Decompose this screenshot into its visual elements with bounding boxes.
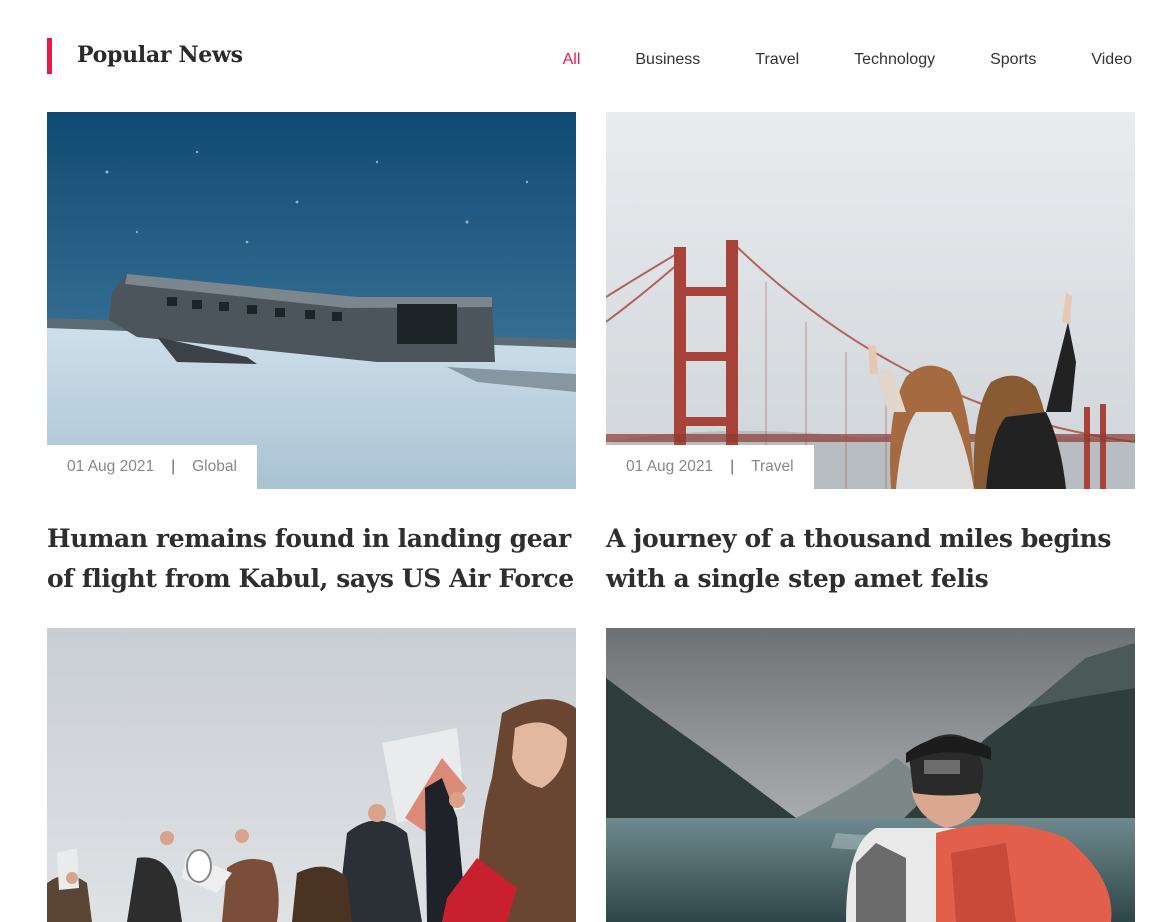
meta-separator: | (171, 458, 176, 475)
hiker-lake-mountains-image[interactable] (606, 628, 1135, 922)
protest-crowd-megaphone-image[interactable] (47, 628, 576, 922)
section-header: Popular News All Business Travel Technol… (47, 38, 1147, 74)
article-date: 01 Aug 2021 (67, 458, 155, 475)
filter-technology[interactable]: Technology (854, 51, 935, 69)
filter-travel[interactable]: Travel (755, 51, 799, 69)
news-card: 01 Aug 2021 | Global Human remains found… (47, 112, 576, 599)
filter-sports[interactable]: Sports (990, 51, 1036, 69)
filter-all[interactable]: All (563, 51, 581, 69)
article-meta: 01 Aug 2021 | Travel (606, 445, 814, 489)
article-category[interactable]: Travel (751, 458, 794, 476)
news-card: 01 Aug 2021 | Travel A journey of a thou… (606, 112, 1135, 599)
meta-separator: | (730, 458, 735, 475)
plane-wreck-snow-image[interactable]: 01 Aug 2021 | Global (47, 112, 576, 489)
section-accent-bar (47, 38, 52, 74)
article-category[interactable]: Global (192, 458, 237, 476)
news-card (606, 628, 1135, 922)
article-title[interactable]: Human remains found in landing gear of f… (47, 519, 576, 599)
article-title[interactable]: A journey of a thousand miles begins wit… (606, 519, 1135, 599)
news-card (47, 628, 576, 922)
filter-video[interactable]: Video (1091, 51, 1132, 69)
article-date: 01 Aug 2021 (626, 458, 714, 475)
filter-business[interactable]: Business (635, 51, 700, 69)
category-filters: All Business Travel Technology Sports Vi… (508, 51, 1132, 69)
section-title: Popular News (77, 42, 243, 68)
article-meta: 01 Aug 2021 | Global (47, 445, 257, 489)
golden-gate-bridge-friends-image[interactable]: 01 Aug 2021 | Travel (606, 112, 1135, 489)
